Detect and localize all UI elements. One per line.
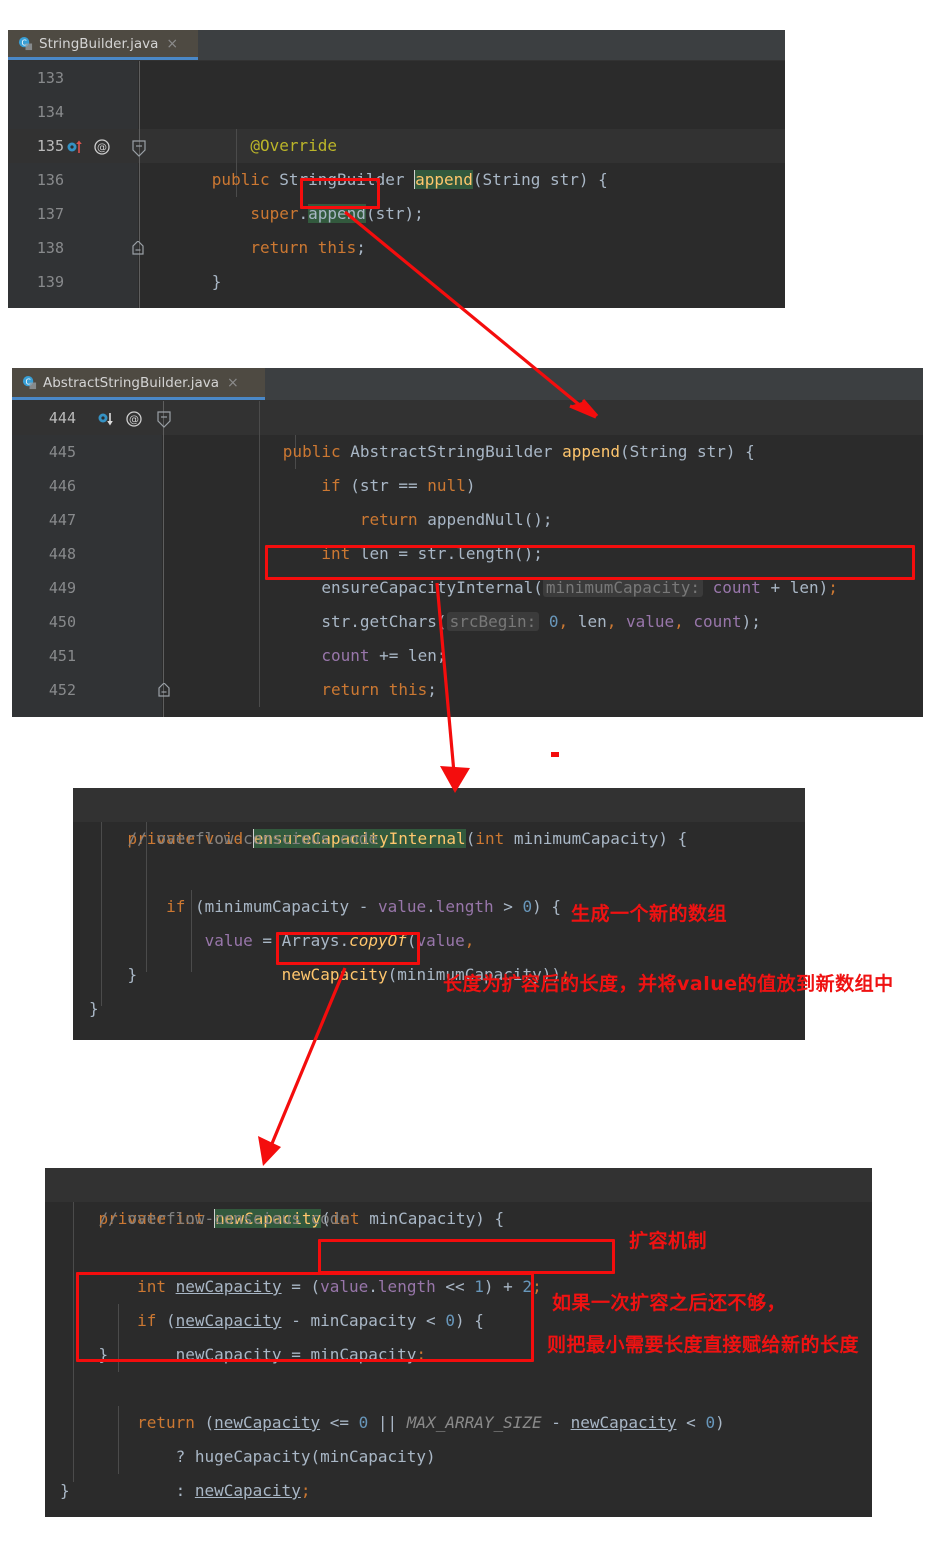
annotation-box-grow-expression <box>318 1239 615 1274</box>
overriding-method-icon[interactable] <box>67 139 85 155</box>
tab-stringbuilder[interactable]: C StringBuilder.java × <box>8 30 198 60</box>
svg-text:@: @ <box>97 143 107 154</box>
fold-collapse-icon[interactable] <box>130 140 148 158</box>
tab-bar: C AbstractStringBuilder.java × <box>12 368 923 401</box>
code-line: } <box>211 272 222 291</box>
line-number: 446 <box>48 477 76 495</box>
implemented-method-icon[interactable] <box>98 411 116 427</box>
annotation-box-ensurecapacity-call <box>265 545 915 580</box>
tab-bar: C StringBuilder.java × <box>8 30 785 61</box>
line-number: 452 <box>48 681 76 699</box>
svg-text:@: @ <box>129 415 139 426</box>
tab-label: AbstractStringBuilder.java <box>43 374 220 391</box>
line-number: 448 <box>48 545 76 563</box>
annotation-box-if-block <box>76 1272 534 1362</box>
line-number: 137 <box>36 205 64 223</box>
method-append: append <box>562 442 620 461</box>
line-number: 134 <box>36 103 64 121</box>
line-number: 447 <box>48 511 76 529</box>
line-number: 138 <box>36 239 64 257</box>
java-class-icon: C <box>18 36 33 51</box>
line-number: 445 <box>48 443 76 461</box>
line-number: 135 <box>36 137 64 155</box>
close-icon[interactable]: × <box>227 375 239 391</box>
line-number: 449 <box>48 579 76 597</box>
tab-label: StringBuilder.java <box>39 35 159 52</box>
annotation-box-newcapacity-call <box>276 932 420 965</box>
annotation-icon[interactable]: @ <box>94 139 110 155</box>
note-copy-value: 长度为扩容后的长度，并将value的值放到新数组中 <box>443 973 894 995</box>
code-line: : newCapacity; <box>98 1481 311 1500</box>
close-icon[interactable]: × <box>166 36 178 52</box>
note-not-enough-2: 则把最小需要长度直接赋给新的长度 <box>547 1334 860 1356</box>
note-grow-mechanism: 扩容机制 <box>629 1230 708 1252</box>
method-append-highlight: append <box>415 170 473 189</box>
code-editor-stringbuilder[interactable]: 133 134 135 136 137 138 139 @ @Override <box>8 61 785 308</box>
editor-panel-stringbuilder: C StringBuilder.java × 133 134 135 136 1… <box>8 30 785 308</box>
line-number: 139 <box>36 273 64 291</box>
line-number: 133 <box>36 69 64 87</box>
code-line: // overflow-conscious code <box>89 829 378 848</box>
code-line: } <box>60 1481 70 1500</box>
line-number: 444 <box>48 409 76 427</box>
fold-end-icon[interactable] <box>130 241 146 255</box>
code-line: } <box>89 999 99 1018</box>
code-line: } <box>225 673 293 717</box>
method-newcapacity-call: newCapacity <box>281 965 388 984</box>
editor-panel-abstractstringbuilder: C AbstractStringBuilder.java × 444 445 4… <box>12 368 923 717</box>
tab-abstractstringbuilder[interactable]: C AbstractStringBuilder.java × <box>12 368 265 400</box>
line-number: 450 <box>48 613 76 631</box>
code-line: // overflow-conscious code <box>60 1209 349 1228</box>
fold-collapse-icon[interactable] <box>155 411 173 429</box>
java-class-icon: C <box>22 375 37 390</box>
code-line: } <box>89 965 138 984</box>
fold-end-icon[interactable] <box>156 683 172 697</box>
annotation-box-super-append <box>300 178 380 209</box>
note-not-enough-1: 如果一次扩容之后还不够， <box>552 1292 787 1314</box>
line-number: 136 <box>36 171 64 189</box>
line-number: 451 <box>48 647 76 665</box>
param-hint-srcbegin: srcBegin: <box>446 612 540 631</box>
indent-guide <box>163 401 164 717</box>
annotation-icon[interactable]: @ <box>126 411 142 427</box>
indent-guide <box>139 61 140 308</box>
note-new-array: 生成一个新的数组 <box>571 903 728 925</box>
